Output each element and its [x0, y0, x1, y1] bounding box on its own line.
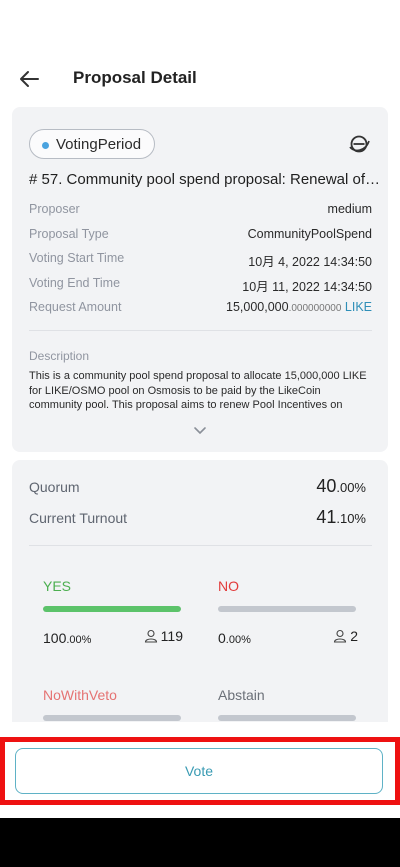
- status-dot-icon: [42, 142, 49, 149]
- vote-option-yes: YES 100.00% 119: [43, 578, 183, 658]
- voting-start-label: Voting Start Time: [29, 251, 125, 265]
- proposer-value: medium: [327, 202, 372, 216]
- quorum-value: 40.00%: [316, 476, 366, 497]
- system-navigation-bar: [0, 818, 400, 867]
- description-text: This is a community pool spend proposal …: [29, 370, 367, 411]
- chevron-down-icon[interactable]: [192, 425, 208, 437]
- vote-option-no: NO 0.00% 2: [218, 578, 358, 658]
- vote-pct-decimal: .00%: [66, 634, 92, 646]
- vote-bar: [43, 715, 181, 721]
- amount-integer: 15,000,000: [226, 300, 289, 314]
- voter-count-value: 119: [160, 628, 183, 644]
- proposal-type-row: Proposal Type CommunityPoolSpend: [29, 227, 372, 247]
- proposal-type-value: CommunityPoolSpend: [247, 227, 372, 241]
- explorer-e-icon[interactable]: [348, 133, 370, 155]
- voting-start-row: Voting Start Time 10月 4, 2022 14:34:50: [29, 251, 372, 271]
- vote-button[interactable]: Vote: [15, 748, 383, 794]
- vote-bar: [43, 606, 181, 612]
- turnout-label: Current Turnout: [29, 510, 128, 526]
- voting-end-label: Voting End Time: [29, 276, 121, 290]
- tally-card: Quorum 40.00% Current Turnout 41.10% YES…: [12, 460, 388, 722]
- vote-bar: [218, 606, 356, 612]
- voting-start-value: 10月 4, 2022 14:34:50: [248, 255, 372, 269]
- turnout-number: 41: [316, 507, 337, 527]
- proposer-label: Proposer: [29, 202, 80, 216]
- vote-option-label: NoWithVeto: [43, 687, 117, 703]
- vote-option-label: YES: [43, 578, 72, 594]
- voting-end-value: 10月 11, 2022 14:34:50: [242, 280, 372, 294]
- quorum-pct: .00%: [336, 480, 366, 495]
- amount-denom: LIKE: [344, 300, 372, 314]
- user-icon: [144, 629, 157, 643]
- quorum-label: Quorum: [29, 479, 80, 495]
- quorum-number: 40: [316, 476, 337, 496]
- vote-percentage: 0.00%: [218, 630, 251, 646]
- request-amount-label: Request Amount: [29, 300, 122, 314]
- vote-pct-main: 100: [43, 630, 67, 646]
- app-header: Proposal Detail: [0, 60, 400, 100]
- request-amount-row: Request Amount 15,000,000.000000000 LIKE: [29, 300, 372, 320]
- vote-bar: [218, 715, 356, 721]
- voter-count: 2: [333, 628, 358, 644]
- vote-option-abstain: Abstain: [218, 687, 358, 722]
- vote-bar-fill: [43, 606, 181, 612]
- proposer-row: Proposer medium: [29, 202, 372, 222]
- divider: [29, 545, 372, 546]
- user-icon: [334, 629, 347, 643]
- vote-option-label: NO: [218, 578, 239, 594]
- proposal-card: VotingPeriod # 57. Community pool spend …: [12, 107, 388, 452]
- turnout-value: 41.10%: [316, 507, 366, 528]
- vote-pct-main: 0: [218, 630, 226, 646]
- quorum-row: Quorum 40.00%: [29, 476, 366, 500]
- turnout-row: Current Turnout 41.10%: [29, 507, 366, 531]
- description-label: Description: [29, 349, 90, 363]
- vote-option-nowithveto: NoWithVeto: [43, 687, 183, 722]
- amount-decimal: .000000000: [288, 303, 342, 314]
- page-title: Proposal Detail: [73, 68, 197, 87]
- proposal-type-label: Proposal Type: [29, 227, 109, 241]
- request-amount-value: 15,000,000.000000000 LIKE: [226, 300, 372, 314]
- divider: [29, 330, 372, 331]
- vote-percentage: 100.00%: [43, 630, 91, 646]
- voting-end-row: Voting End Time 10月 11, 2022 14:34:50: [29, 276, 372, 296]
- voter-count: 119: [144, 628, 183, 644]
- arrow-left-icon[interactable]: [18, 68, 40, 90]
- turnout-pct: .10%: [336, 511, 366, 526]
- proposal-title: # 57. Community pool spend proposal: Ren…: [29, 171, 381, 188]
- vote-pct-decimal: .00%: [225, 634, 251, 646]
- status-badge: VotingPeriod: [29, 129, 156, 159]
- voter-count-value: 2: [350, 628, 358, 644]
- vote-action-area: Vote: [0, 737, 400, 805]
- status-label: VotingPeriod: [56, 136, 142, 153]
- vote-option-label: Abstain: [218, 687, 265, 703]
